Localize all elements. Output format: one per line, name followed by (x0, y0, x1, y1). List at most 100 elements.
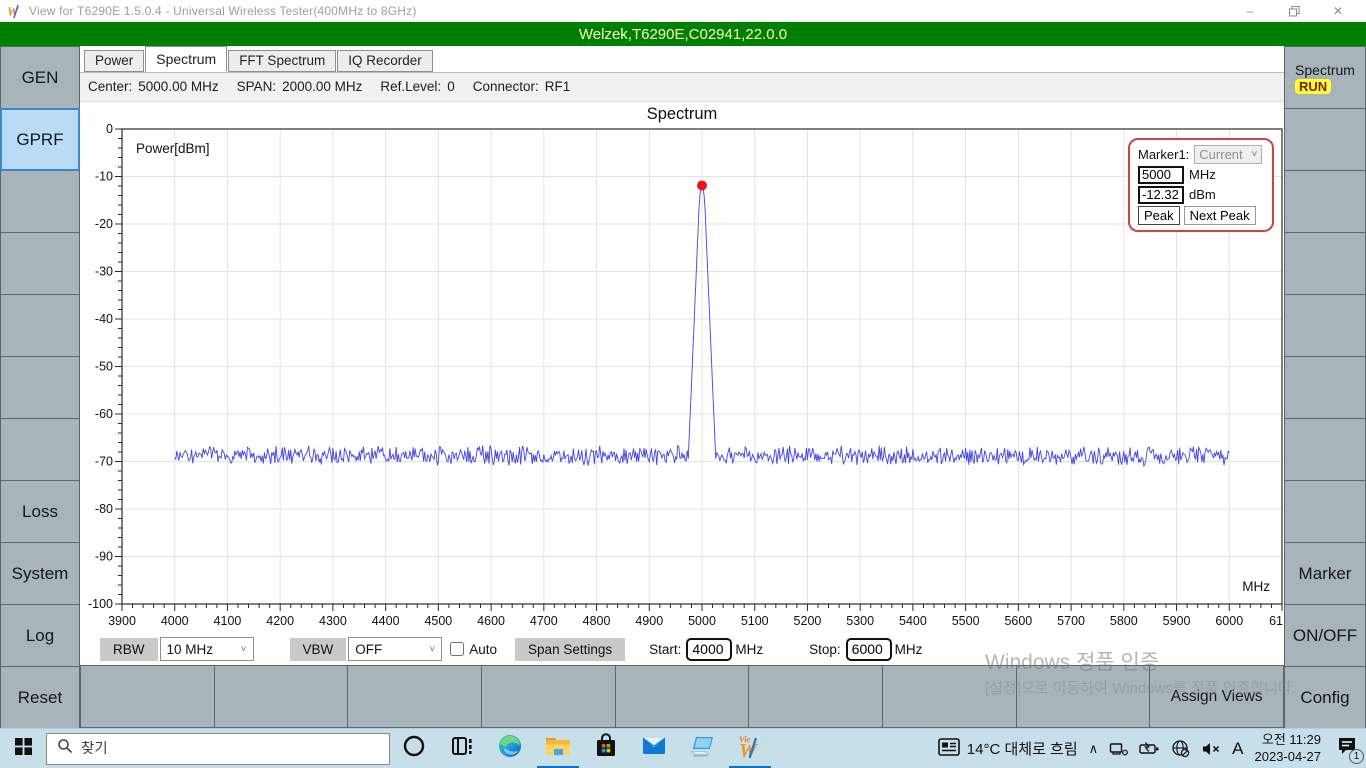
svg-text:-10: -10 (95, 169, 113, 183)
softkey-on-off[interactable]: ON/OFF (1284, 604, 1366, 667)
window-titlebar: W View for T6290E 1.5.0.4 - Universal Wi… (0, 0, 1366, 22)
tab-spectrum[interactable]: Spectrum (145, 46, 227, 72)
softkey-empty[interactable] (1284, 418, 1366, 481)
softkey-empty[interactable] (1284, 480, 1366, 543)
measurement-info-bar: Center:5000.00 MHzSPAN:2000.00 MHzRef.Le… (80, 72, 1284, 102)
sidebar-item-empty[interactable] (0, 356, 80, 419)
tab-iq-recorder[interactable]: IQ Recorder (337, 50, 433, 72)
span-settings-button[interactable]: Span Settings (515, 638, 625, 661)
spectrum-chart: Spectrum 3900400041004200430044004500460… (80, 102, 1284, 633)
sidebar-item-gen[interactable]: GEN (0, 46, 80, 109)
svg-text:4700: 4700 (530, 614, 558, 628)
taskbar-search[interactable] (46, 733, 390, 765)
svg-text:5400: 5400 (899, 614, 927, 628)
sidebar-item-gprf[interactable]: GPRF (0, 108, 80, 171)
softkey-config[interactable]: Config (1284, 666, 1366, 729)
svg-text:4000: 4000 (161, 614, 189, 628)
softkey-empty[interactable] (882, 665, 1017, 728)
notification-center-button[interactable]: 1 (1332, 734, 1362, 764)
taskbar-app-remote-desktop[interactable] (678, 729, 726, 768)
restore-icon[interactable] (1272, 0, 1316, 22)
taskbar-app-view-app[interactable]: VieW (726, 729, 774, 768)
softkey-empty[interactable] (1284, 108, 1366, 171)
taskbar-apps: VieW (390, 729, 774, 768)
sidebar-item-system[interactable]: System (0, 542, 80, 605)
taskbar: VieW 14°C 대체로 흐림 ∧ A 오전 1 (0, 728, 1366, 768)
weather-widget[interactable]: 14°C 대체로 흐림 (938, 738, 1078, 760)
taskbar-app-cortana[interactable] (390, 729, 438, 768)
svg-text:-70: -70 (95, 454, 113, 468)
marker-panel: Marker1: Current ˅ MHz dBm (1128, 138, 1274, 232)
hidden-icons-chevron[interactable]: ∧ (1089, 741, 1099, 757)
auto-label: Auto (469, 642, 497, 657)
softkey-empty[interactable] (214, 665, 349, 728)
taskbar-app-file-explorer[interactable] (534, 729, 582, 768)
rbw-select[interactable]: 10 MHz ˅ (160, 637, 254, 661)
task-view-icon (449, 733, 475, 764)
marker-mode-select[interactable]: Current ˅ (1194, 145, 1262, 164)
softkey-empty[interactable] (615, 665, 750, 728)
svg-text:4100: 4100 (214, 614, 242, 628)
softkey-empty[interactable] (80, 665, 215, 728)
svg-text:61: 61 (1269, 614, 1283, 628)
softkey-empty[interactable] (1016, 665, 1151, 728)
start-frequency-input[interactable] (686, 638, 732, 661)
search-input[interactable] (81, 741, 379, 757)
sidebar-item-log[interactable]: Log (0, 604, 80, 667)
app-logo-icon: W (7, 3, 23, 19)
peak-button[interactable]: Peak (1138, 206, 1180, 225)
taskbar-app-store[interactable] (582, 729, 630, 768)
taskbar-app-mail[interactable] (630, 729, 678, 768)
taskbar-clock[interactable]: 오전 11:29 2023-04-27 (1255, 732, 1322, 765)
next-peak-button[interactable]: Next Peak (1184, 206, 1256, 225)
taskbar-app-task-view[interactable] (438, 729, 486, 768)
auto-checkbox[interactable] (450, 642, 464, 656)
marker-frequency-unit: MHz (1189, 167, 1216, 182)
start-unit: MHz (735, 642, 763, 657)
softkey-empty[interactable] (1284, 356, 1366, 419)
close-icon[interactable]: ✕ (1316, 0, 1360, 22)
battery-plug-icon[interactable] (1139, 741, 1160, 756)
tab-power[interactable]: Power (84, 50, 144, 72)
softkey-empty[interactable] (748, 665, 883, 728)
sidebar-item-empty[interactable] (0, 418, 80, 481)
stop-frequency-input[interactable] (846, 638, 892, 661)
volume-muted-icon[interactable] (1201, 741, 1221, 757)
bottom-softkeys: Assign Views (80, 665, 1284, 728)
softkey-empty[interactable] (1284, 232, 1366, 295)
softkey-spectrum[interactable]: SpectrumRUN (1284, 46, 1366, 109)
file-explorer-icon (544, 734, 572, 763)
softkey-marker[interactable]: Marker (1284, 542, 1366, 605)
vbw-select[interactable]: OFF ˅ (348, 637, 442, 661)
sidebar-item-reset[interactable]: Reset (0, 666, 80, 729)
safely-remove-hardware-icon[interactable] (1109, 740, 1128, 757)
svg-text:5200: 5200 (794, 614, 822, 628)
tab-fft-spectrum[interactable]: FFT Spectrum (228, 50, 336, 72)
window-controls: – ✕ (1228, 0, 1360, 22)
minimize-icon[interactable]: – (1228, 0, 1272, 22)
sidebar-item-empty[interactable] (0, 294, 80, 357)
svg-text:5800: 5800 (1110, 614, 1138, 628)
ime-korean-indicator[interactable]: A (1232, 739, 1243, 759)
svg-text:-60: -60 (95, 407, 113, 421)
device-banner: Welzek,T6290E,C02941,22.0.0 (0, 22, 1366, 46)
sidebar-item-empty[interactable] (0, 170, 80, 233)
network-offline-icon[interactable] (1171, 739, 1190, 758)
start-button[interactable] (0, 729, 46, 768)
softkey-empty[interactable] (481, 665, 616, 728)
softkey-empty[interactable] (1284, 170, 1366, 233)
taskbar-app-edge[interactable] (486, 729, 534, 768)
run-status-badge: RUN (1295, 79, 1331, 94)
marker-level-input[interactable] (1138, 186, 1184, 204)
remote-desktop-icon (688, 734, 716, 763)
softkey-empty[interactable] (347, 665, 482, 728)
system-tray: 14°C 대체로 흐림 ∧ A 오전 11:29 2023-04-27 (938, 732, 1366, 765)
svg-text:0: 0 (106, 122, 113, 136)
softkey-assign-views[interactable]: Assign Views (1149, 665, 1284, 728)
weather-text: 14°C 대체로 흐림 (967, 738, 1078, 759)
rbw-label: RBW (100, 638, 158, 661)
softkey-empty[interactable] (1284, 294, 1366, 357)
marker-frequency-input[interactable] (1138, 166, 1184, 184)
sidebar-item-empty[interactable] (0, 232, 80, 295)
sidebar-item-loss[interactable]: Loss (0, 480, 80, 543)
